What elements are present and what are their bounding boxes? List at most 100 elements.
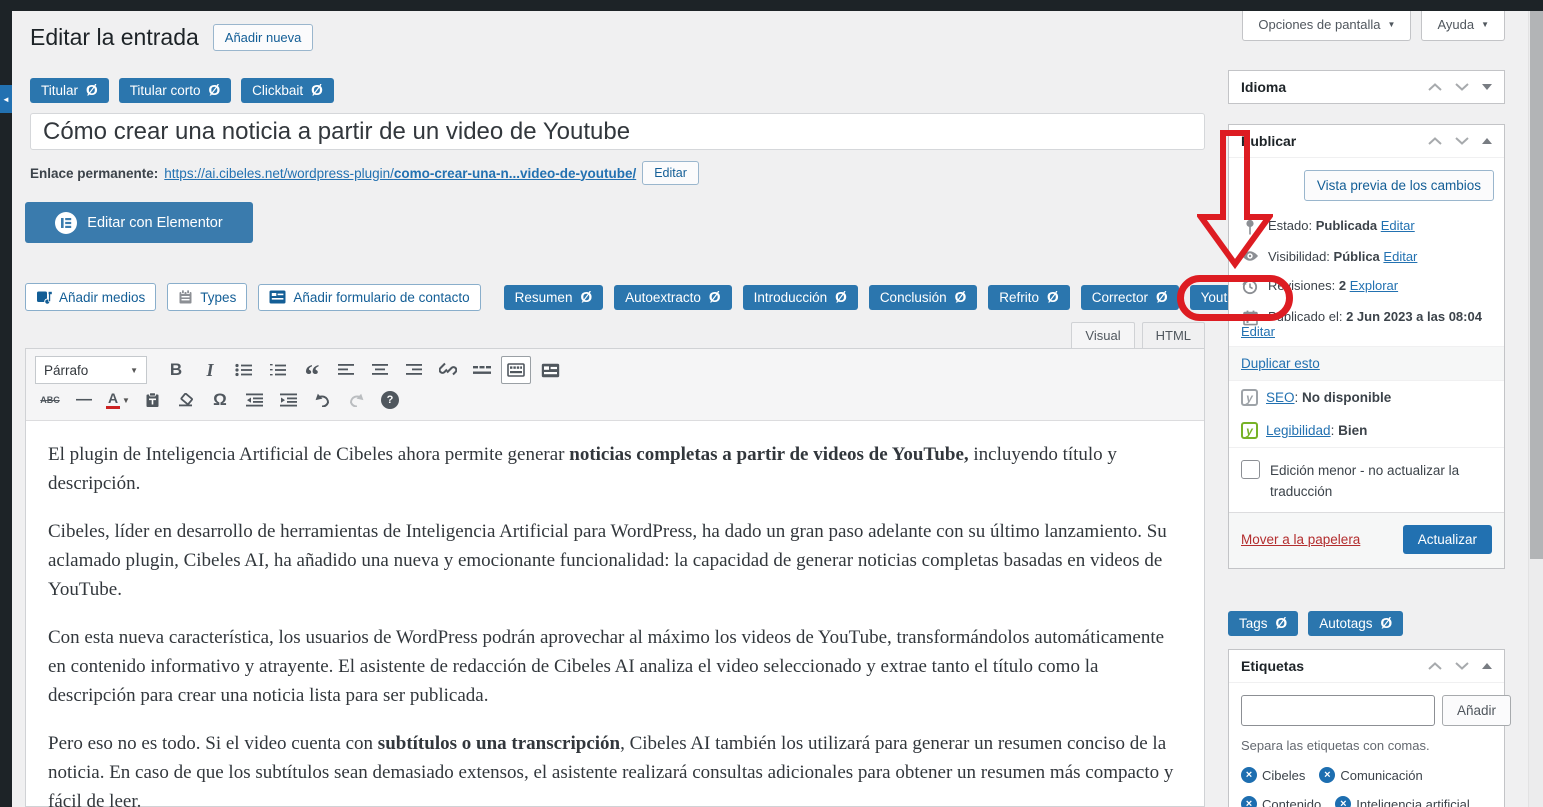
align-center-button[interactable] [365,356,395,384]
undo-button[interactable] [307,386,337,414]
title-generator-buttons: TitularØ Titular cortoØ ClickbaitØ [30,78,334,103]
update-button[interactable]: Actualizar [1403,525,1492,554]
edit-with-elementor-button[interactable]: Editar con Elementor [25,202,253,243]
edit-date-link[interactable]: Editar [1241,324,1275,339]
collapse-menu-button[interactable]: ◄ [0,85,12,113]
strikethrough-button[interactable]: ABC [35,386,65,414]
toggle-panel-icon[interactable] [1482,138,1492,144]
seo-row: y SEO: No disponible [1229,381,1504,414]
form-icon [269,290,286,304]
permalink-url[interactable]: https://ai.cibeles.net/wordpress-plugin/… [164,166,636,181]
tags-button[interactable]: TagsØ [1228,611,1298,636]
tag-item: × Cibeles [1241,767,1305,783]
add-media-button[interactable]: Añadir medios [25,283,156,311]
move-up-icon[interactable] [1428,662,1442,670]
paragraph-format-select[interactable]: Párrafo ▼ [35,356,147,384]
duplicate-this-link[interactable]: Duplicar esto [1241,356,1320,371]
tag-label: Contenido [1262,797,1321,807]
question-icon: ? [381,391,399,409]
insert-block-button[interactable] [535,356,565,384]
permalink-edit-button[interactable]: Editar [642,161,699,185]
preview-changes-button[interactable]: Vista previa de los cambios [1304,170,1494,201]
clear-formatting-button[interactable] [171,386,201,414]
scrollbar[interactable] [1528,0,1543,807]
ai-introduccion-button[interactable]: IntroducciónØ [743,285,858,310]
browse-revisions-link[interactable]: Explorar [1350,278,1398,293]
content-paragraph: El plugin de Inteligencia Artificial de … [48,440,1182,498]
ai-corrector-button[interactable]: CorrectorØ [1081,285,1179,310]
sidebar: Idioma Publicar Vista previa de los camb… [1228,70,1505,807]
language-panel: Idioma [1228,70,1505,104]
screen-options-button[interactable]: Opciones de pantalla ▼ [1242,10,1411,41]
refresh-icon: Ø [955,290,967,305]
new-tag-input[interactable] [1241,695,1435,726]
edit-status-link[interactable]: Editar [1381,218,1415,233]
tags-hint: Separa las etiquetas con comas. [1241,738,1492,753]
toggle-panel-icon[interactable] [1482,663,1492,669]
titular-corto-button[interactable]: Titular cortoØ [119,78,231,103]
link-button[interactable] [433,356,463,384]
tab-html[interactable]: HTML [1142,322,1205,350]
autotags-button[interactable]: AutotagsØ [1308,611,1403,636]
bullet-list-button[interactable] [229,356,259,384]
add-tag-button[interactable]: Añadir [1442,695,1511,726]
ai-conclusion-button[interactable]: ConclusiónØ [869,285,977,310]
ai-autoextracto-button[interactable]: AutoextractoØ [614,285,731,310]
remove-tag-icon[interactable]: × [1335,796,1351,807]
bold-button[interactable]: B [161,356,191,384]
ai-refrito-button[interactable]: RefritoØ [988,285,1069,310]
refresh-icon: Ø [580,290,592,305]
add-contact-form-button[interactable]: Añadir formulario de contacto [258,284,480,311]
tag-label: Comunicación [1340,768,1422,783]
elementor-logo-icon [55,212,77,234]
special-character-button[interactable]: Ω [205,386,235,414]
move-down-icon[interactable] [1455,137,1469,145]
permalink-row: Enlace permanente: https://ai.cibeles.ne… [30,161,699,185]
titular-button[interactable]: TitularØ [30,78,109,103]
align-right-button[interactable] [399,356,429,384]
toggle-panel-icon[interactable] [1482,84,1492,90]
move-to-trash-link[interactable]: Mover a la papelera [1241,532,1360,547]
scrollbar-thumb[interactable] [1530,11,1543,559]
text-color-button[interactable]: A ▼ [103,386,133,414]
content-paragraph: Cibeles, líder en desarrollo de herramie… [48,517,1182,604]
outdent-button[interactable] [239,386,269,414]
editor-content[interactable]: El plugin de Inteligencia Artificial de … [26,421,1204,807]
horizontal-rule-button[interactable]: — [69,386,99,414]
remove-tag-icon[interactable]: × [1319,767,1335,783]
move-up-icon[interactable] [1428,83,1442,91]
italic-button[interactable]: I [195,356,225,384]
editor-box: Párrafo ▼ B I “ [25,348,1205,807]
minor-edit-checkbox[interactable] [1241,460,1260,479]
add-new-button[interactable]: Añadir nueva [213,24,314,51]
align-left-button[interactable] [331,356,361,384]
remove-tag-icon[interactable]: × [1241,767,1257,783]
tab-visual[interactable]: Visual [1071,322,1134,350]
chevron-left-icon: ◄ [2,95,10,104]
seo-link[interactable]: SEO [1266,390,1295,405]
types-button[interactable]: Types [167,283,247,311]
chevron-down-icon: ▼ [122,396,130,405]
move-down-icon[interactable] [1455,662,1469,670]
refresh-icon: Ø [1276,616,1288,631]
redo-button[interactable] [341,386,371,414]
tag-item: × Contenido [1241,796,1321,807]
move-down-icon[interactable] [1455,83,1469,91]
move-up-icon[interactable] [1428,137,1442,145]
help-button[interactable]: Ayuda ▼ [1421,10,1505,41]
refresh-icon: Ø [1156,290,1168,305]
toolbar-toggle-button[interactable] [501,356,531,384]
post-title-input[interactable] [30,113,1205,150]
read-more-button[interactable] [467,356,497,384]
readability-link[interactable]: Legibilidad [1266,423,1331,438]
paste-as-text-button[interactable] [137,386,167,414]
clickbait-button[interactable]: ClickbaitØ [241,78,334,103]
remove-tag-icon[interactable]: × [1241,796,1257,807]
ai-resumen-button[interactable]: ResumenØ [504,285,603,310]
blockquote-button[interactable]: “ [297,356,327,384]
wordpress-edit-post-page: ◄ Opciones de pantalla ▼ Ayuda ▼ Editar … [0,0,1543,807]
numbered-list-button[interactable] [263,356,293,384]
edit-visibility-link[interactable]: Editar [1383,249,1417,264]
help-button-editor[interactable]: ? [375,386,405,414]
indent-button[interactable] [273,386,303,414]
